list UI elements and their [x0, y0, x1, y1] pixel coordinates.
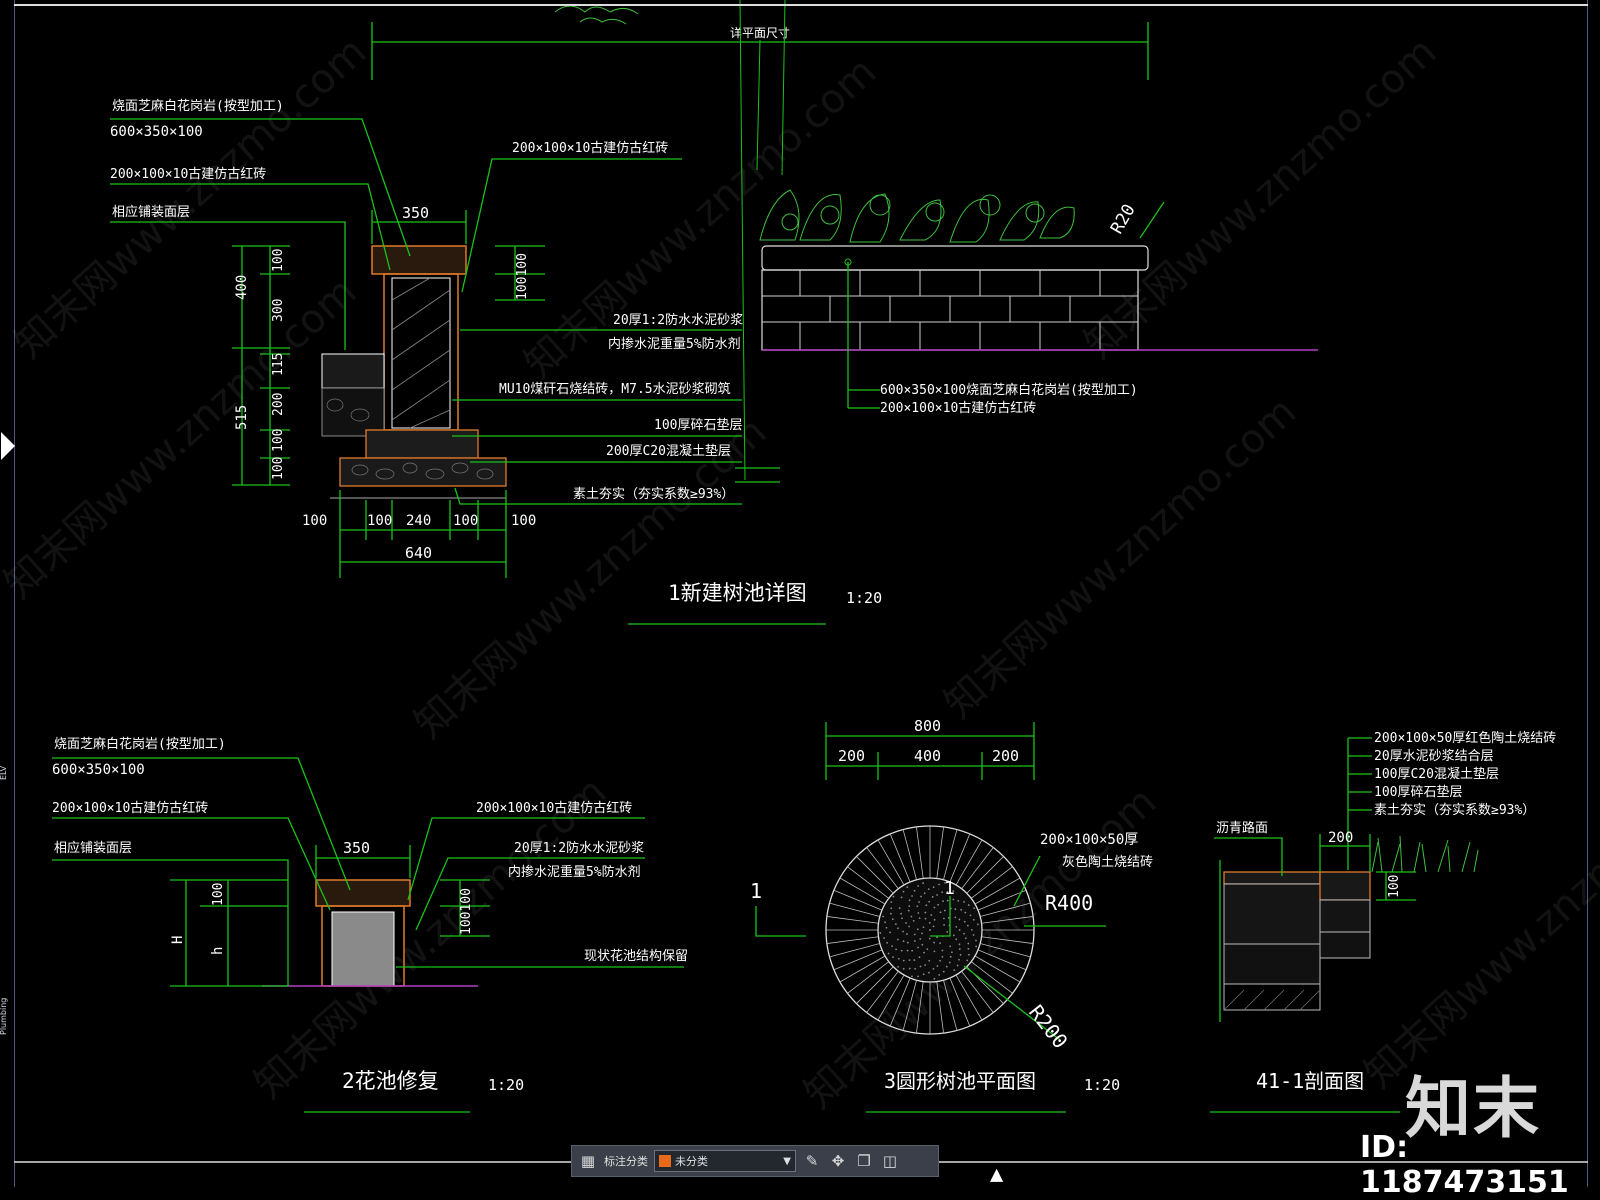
- annotation-toolbar: ▦ 标注分类 未分类 ▼ ✎ ✥ ❐ ◫: [571, 1145, 939, 1177]
- svg-text:知末网www.znzmo.com: 知末网www.znzmo.com: [246, 769, 615, 1108]
- d1-mortar1: 20厚1:2防水水泥砂浆: [613, 312, 743, 328]
- d1-masonry: MU10煤矸石烧结砖，M7.5水泥砂浆砌筑: [499, 381, 731, 397]
- svg-text:200×100×10古建仿古红砖: 200×100×10古建仿古红砖: [52, 800, 208, 816]
- d3-title: 3圆形树池平面图: [884, 1069, 1036, 1093]
- d1-paving: 相应铺装面层: [112, 204, 190, 220]
- svg-text:100厚碎石垫层: 100厚碎石垫层: [1374, 784, 1462, 800]
- svg-text:知末网www.znzmo.com: 知末网www.znzmo.com: [796, 779, 1165, 1118]
- image-id: ID: 1187473151: [1360, 1130, 1569, 1200]
- category-select[interactable]: 未分类 ▼: [654, 1150, 796, 1172]
- d2-dim-350: 350: [343, 839, 370, 857]
- svg-text:115: 115: [271, 353, 286, 376]
- elev-label-1: 600×350×100烧面芝麻白花岗岩(按型加工): [880, 382, 1138, 398]
- svg-text:200: 200: [838, 747, 865, 765]
- dim-400: 400: [234, 275, 250, 300]
- dim-515: 515: [234, 405, 250, 430]
- svg-text:20厚水泥砂浆结合层: 20厚水泥砂浆结合层: [1374, 749, 1494, 764]
- svg-text:200×100×50厚: 200×100×50厚: [1040, 832, 1138, 848]
- d1-cap-label: 烧面芝麻白花岗岩(按型加工): [112, 98, 284, 114]
- svg-text:1: 1: [750, 879, 762, 903]
- d1-concrete: 200厚C20混凝土垫层: [606, 443, 731, 459]
- d3-r400: R400: [1045, 891, 1093, 915]
- svg-text:100: 100: [1387, 875, 1402, 898]
- grid-icon[interactable]: ▦: [578, 1151, 598, 1171]
- svg-text:素土夯实（夯实系数≥93%）: 素土夯实（夯实系数≥93%）: [1374, 803, 1535, 818]
- d2-dim-h: h: [210, 947, 226, 955]
- svg-text:240: 240: [406, 513, 431, 529]
- move-icon[interactable]: ✥: [828, 1151, 848, 1171]
- dim-640: 640: [405, 544, 432, 562]
- cad-drawing-canvas[interactable]: 知末网www.znzmo.com 知末网www.znzmo.com 知末网www…: [0, 0, 1600, 1187]
- d1-mortar2: 内掺水泥重量5%防水剂: [608, 336, 741, 352]
- category-value: 未分类: [675, 1155, 708, 1168]
- svg-text:知末网www.znzmo.com: 知末网www.znzmo.com: [936, 389, 1305, 728]
- svg-text:相应铺装面层: 相应铺装面层: [54, 840, 132, 856]
- shrub-foliage: [759, 189, 1075, 243]
- d3-r200: R200: [1024, 1000, 1073, 1053]
- svg-text:100: 100: [367, 513, 392, 529]
- elev-r20: R20: [1107, 201, 1140, 238]
- dim-350: 350: [402, 204, 429, 222]
- svg-text:100: 100: [211, 883, 226, 906]
- d1-gravel: 100厚碎石垫层: [654, 417, 742, 433]
- svg-text:100: 100: [271, 429, 286, 452]
- d1-brick-left: 200×100×10古建仿古红砖: [110, 166, 266, 182]
- detail-1-elevation: R20 600×350×100烧面芝麻白花岗岩(按型加工) 200×100×10…: [554, 5, 1318, 416]
- detail-3-circular-plan: 800 200 400 200 1 1 200×100×50厚 灰色陶土烧结砖 …: [750, 717, 1153, 1113]
- svg-text:100厚C20混凝土垫层: 100厚C20混凝土垫层: [1374, 766, 1499, 782]
- svg-text:现状花池结构保留: 现状花池结构保留: [584, 948, 688, 964]
- tree-canopy: [554, 5, 639, 25]
- svg-text:100: 100: [271, 457, 286, 480]
- svg-text:烧面芝麻白花岗岩(按型加工): 烧面芝麻白花岗岩(按型加工): [54, 736, 226, 752]
- chevron-down-icon: ▼: [783, 1155, 791, 1167]
- svg-text:沥青路面: 沥青路面: [1216, 820, 1268, 836]
- elev-label-2: 200×100×10古建仿古红砖: [880, 400, 1036, 416]
- d2-dim-H: H: [170, 936, 186, 944]
- svg-text:1: 1: [944, 878, 955, 899]
- svg-text:200: 200: [1328, 830, 1353, 846]
- cursor-icon: ▲: [990, 1162, 1004, 1187]
- d1-scale: 1:20: [846, 589, 882, 607]
- d1-cap-size: 600×350×100: [110, 124, 203, 140]
- svg-text:200×100×10古建仿古红砖: 200×100×10古建仿古红砖: [476, 800, 632, 816]
- d2-scale: 1:20: [488, 1076, 524, 1094]
- annotate-category-label: 标注分类: [604, 1155, 648, 1168]
- svg-text:灰色陶土烧结砖: 灰色陶土烧结砖: [1062, 854, 1153, 870]
- svg-text:知末网www.znzmo.com: 知末网www.znzmo.com: [1076, 29, 1445, 368]
- svg-text:300: 300: [271, 299, 286, 322]
- grass-tuft: [1371, 835, 1479, 873]
- d3-scale: 1:20: [1084, 1076, 1120, 1094]
- d1-soil: 素土夯实（夯实系数≥93%）: [573, 487, 734, 502]
- copy-icon[interactable]: ❐: [854, 1151, 874, 1171]
- d2-title: 2花池修复: [342, 1069, 439, 1093]
- edit-icon[interactable]: ✎: [802, 1151, 822, 1171]
- svg-text:100100: 100100: [459, 888, 474, 935]
- svg-text:200: 200: [992, 747, 1019, 765]
- d1-brick-right: 200×100×10古建仿古红砖: [512, 140, 668, 156]
- category-color-swatch: [659, 1155, 671, 1167]
- svg-text:200×100×50厚红色陶土烧结砖: 200×100×50厚红色陶土烧结砖: [1374, 730, 1556, 746]
- d1-title: 1新建树池详图: [668, 581, 807, 605]
- svg-text:100: 100: [271, 249, 286, 272]
- svg-text:20厚1:2防水水泥砂浆: 20厚1:2防水水泥砂浆: [514, 840, 644, 856]
- svg-text:200: 200: [271, 393, 286, 416]
- d3-dim-800: 800: [914, 717, 941, 735]
- svg-text:100: 100: [302, 513, 327, 529]
- svg-text:100: 100: [511, 513, 536, 529]
- d4-title: 41-1剖面图: [1256, 1069, 1364, 1093]
- paste-icon[interactable]: ◫: [880, 1151, 900, 1171]
- dim-right-stack: 100100: [515, 253, 530, 300]
- svg-text:内掺水泥重量5%防水剂: 内掺水泥重量5%防水剂: [508, 864, 641, 880]
- svg-text:400: 400: [914, 747, 941, 765]
- top-dimension-label: 详平面尺寸: [730, 25, 790, 40]
- svg-text:100: 100: [453, 513, 478, 529]
- svg-text:600×350×100: 600×350×100: [52, 762, 145, 778]
